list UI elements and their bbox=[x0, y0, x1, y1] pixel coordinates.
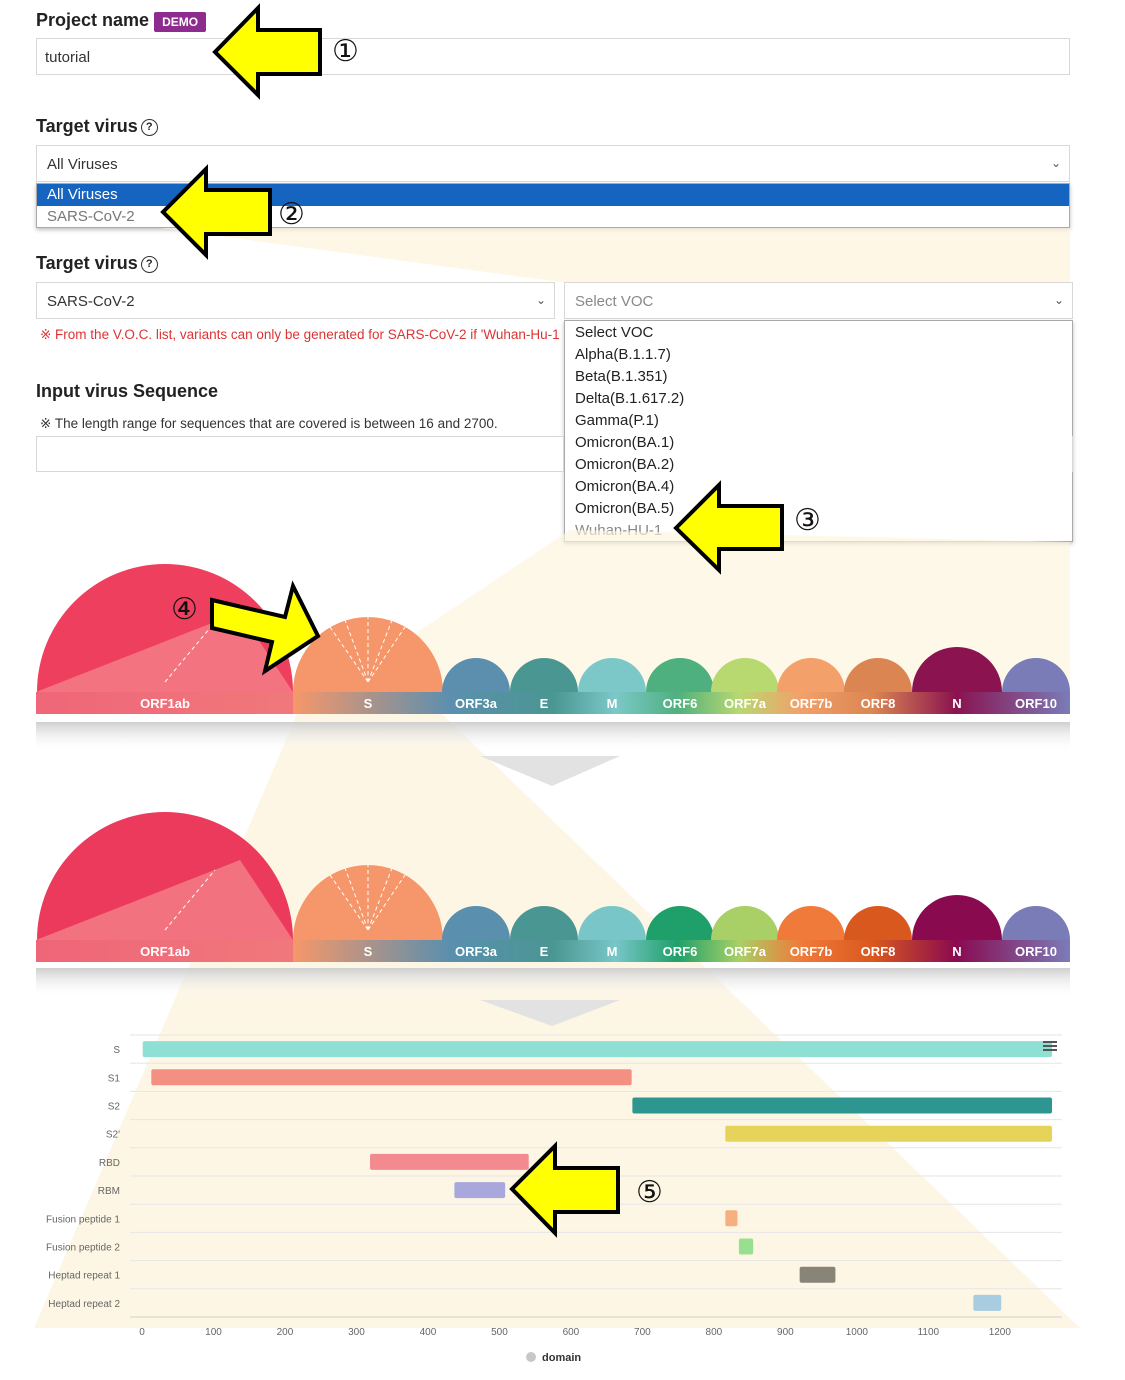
domain-bar[interactable] bbox=[799, 1266, 836, 1283]
domain-bar[interactable] bbox=[370, 1153, 529, 1170]
category-label: RBM bbox=[98, 1186, 120, 1197]
domain-bar[interactable] bbox=[725, 1125, 1052, 1142]
gene-label-orf1ab: ORF1ab bbox=[140, 696, 190, 711]
category-label: RBD bbox=[99, 1158, 120, 1169]
gene-label-orf7b: ORF7b bbox=[790, 696, 833, 711]
gene-label-orf1ab: ORF1ab bbox=[140, 944, 190, 959]
gene-label-n: N bbox=[952, 944, 961, 959]
domain-bar[interactable] bbox=[725, 1210, 738, 1227]
gene-dome-orf8[interactable] bbox=[844, 906, 912, 940]
gene-label-e: E bbox=[540, 696, 549, 711]
x-tick-label: 200 bbox=[277, 1327, 294, 1338]
category-label: S2 bbox=[108, 1102, 121, 1113]
gene-dome-orf7a[interactable] bbox=[711, 906, 779, 940]
category-label: Heptad repeat 1 bbox=[48, 1271, 120, 1282]
callout-arrow-1 bbox=[212, 3, 322, 100]
domain-bar[interactable] bbox=[142, 1041, 1052, 1058]
gene-label-orf7a: ORF7a bbox=[724, 944, 767, 959]
gene-label-orf6: ORF6 bbox=[663, 696, 698, 711]
gene-label-orf3a: ORF3a bbox=[455, 944, 498, 959]
callout-number-2: ② bbox=[278, 197, 305, 232]
x-tick-label: 1000 bbox=[846, 1327, 869, 1338]
callout-number-5: ⑤ bbox=[636, 1175, 663, 1210]
domain-bar[interactable] bbox=[738, 1238, 754, 1255]
map-shadow-2 bbox=[36, 968, 1070, 998]
x-tick-label: 0 bbox=[139, 1327, 145, 1338]
category-label: S1 bbox=[108, 1073, 121, 1084]
callout-number-4: ④ bbox=[171, 592, 198, 627]
x-tick-label: 300 bbox=[348, 1327, 365, 1338]
gene-label-orf10: ORF10 bbox=[1015, 696, 1057, 711]
gene-label-m: M bbox=[607, 944, 618, 959]
callout-number-3: ③ bbox=[794, 503, 821, 538]
gene-label-orf8: ORF8 bbox=[861, 696, 896, 711]
x-tick-label: 700 bbox=[634, 1327, 651, 1338]
gene-label-n: N bbox=[952, 696, 961, 711]
gene-label-m: M bbox=[607, 696, 618, 711]
gene-label-e: E bbox=[540, 944, 549, 959]
category-label: Fusion peptide 2 bbox=[46, 1243, 120, 1254]
x-tick-label: 500 bbox=[491, 1327, 508, 1338]
category-label: S bbox=[113, 1045, 120, 1056]
category-label: S2' bbox=[106, 1130, 120, 1141]
x-tick-label: 900 bbox=[777, 1327, 794, 1338]
legend-label[interactable]: domain bbox=[542, 1352, 581, 1364]
x-tick-label: 800 bbox=[706, 1327, 723, 1338]
gene-label-orf7b: ORF7b bbox=[790, 944, 833, 959]
gene-dome-orf7b[interactable] bbox=[777, 906, 845, 940]
x-tick-label: 400 bbox=[420, 1327, 437, 1338]
x-tick-label: 1100 bbox=[918, 1327, 940, 1338]
chart-menu-icon[interactable] bbox=[1043, 1041, 1057, 1051]
domain-bar[interactable] bbox=[973, 1294, 1002, 1311]
gene-label-orf8: ORF8 bbox=[861, 944, 896, 959]
domain-bar[interactable] bbox=[454, 1182, 506, 1199]
gene-label-orf3a: ORF3a bbox=[455, 696, 498, 711]
genome-visualization: ORF1ab S ORF3a E M ORF6 ORF7a ORF7b ORF8 N ORF10 O… bbox=[34, 3, 1080, 1364]
x-tick-label: 1200 bbox=[989, 1327, 1012, 1338]
domain-bar[interactable] bbox=[632, 1097, 1052, 1114]
gene-label-orf7a: ORF7a bbox=[724, 696, 767, 711]
category-label: Heptad repeat 2 bbox=[48, 1299, 120, 1310]
gene-dome-orf10[interactable] bbox=[1002, 906, 1070, 940]
callout-arrow-2 bbox=[160, 164, 272, 260]
domain-bar[interactable] bbox=[151, 1069, 632, 1086]
legend-marker[interactable] bbox=[526, 1352, 536, 1362]
category-label: Fusion peptide 1 bbox=[46, 1214, 120, 1225]
x-tick-label: 100 bbox=[205, 1327, 222, 1338]
gene-label-s: S bbox=[364, 944, 373, 959]
zoom-beam-1 bbox=[160, 228, 1070, 282]
gene-label-s: S bbox=[364, 696, 373, 711]
gene-dome-n[interactable] bbox=[912, 895, 1002, 940]
gene-dome-orf6[interactable] bbox=[646, 906, 714, 940]
gene-label-orf10: ORF10 bbox=[1015, 944, 1057, 959]
map-shadow bbox=[36, 722, 1070, 752]
x-tick-label: 600 bbox=[563, 1327, 580, 1338]
callout-number-1: ① bbox=[332, 34, 359, 69]
gene-label-orf6: ORF6 bbox=[663, 944, 698, 959]
